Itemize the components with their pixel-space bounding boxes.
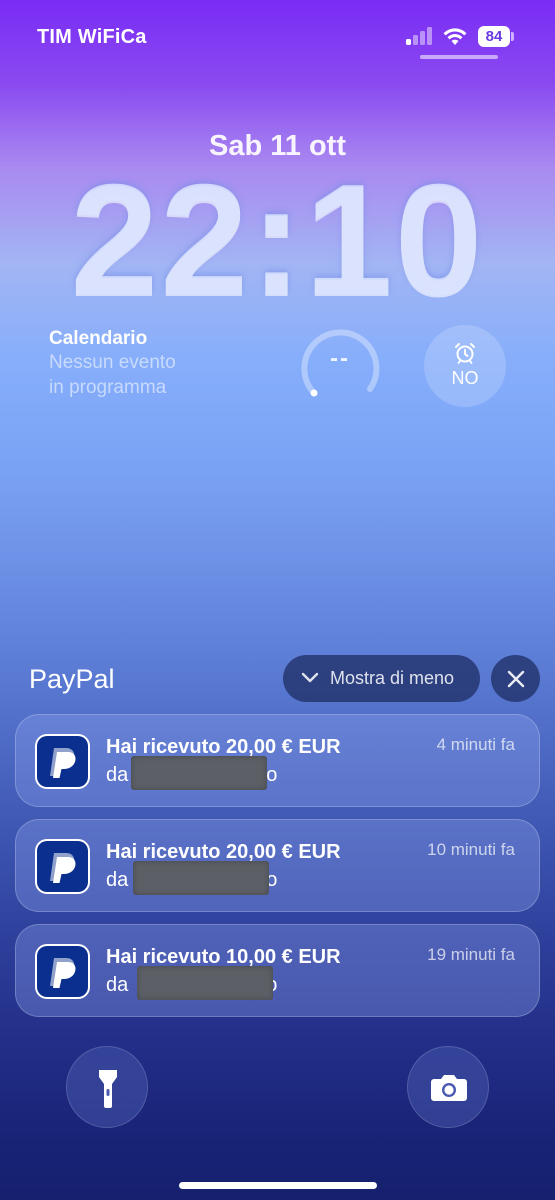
paypal-app-icon bbox=[35, 944, 90, 999]
flashlight-icon bbox=[99, 1070, 117, 1108]
calendar-widget-line2: in programma bbox=[49, 377, 167, 398]
battery-cap bbox=[511, 32, 514, 41]
home-indicator[interactable] bbox=[179, 1182, 377, 1189]
notification-sender-prefix: da bbox=[106, 869, 129, 891]
alarm-clock-icon bbox=[455, 343, 475, 364]
wifi-icon bbox=[443, 28, 467, 45]
show-less-label: Mostra di meno bbox=[330, 668, 455, 688]
notification-time: 19 minuti fa bbox=[427, 945, 515, 964]
status-bar: TIM WiFiCa 84 bbox=[0, 0, 555, 70]
lock-time[interactable]: 22:10 bbox=[0, 160, 555, 320]
calendar-widget-title: Calendario bbox=[49, 328, 148, 349]
redaction-box bbox=[131, 756, 267, 790]
signal-icon bbox=[406, 27, 434, 45]
paypal-logo-icon bbox=[50, 853, 76, 883]
status-focus-bar bbox=[420, 55, 498, 59]
notification-sender-prefix: da bbox=[106, 764, 129, 786]
chevron-down-icon bbox=[301, 672, 319, 683]
notification-card[interactable]: Hai ricevuto 10,00 € EUR dao 19 minuti f… bbox=[15, 924, 540, 1017]
notification-sender-suffix: o bbox=[266, 764, 278, 786]
show-less-button[interactable]: Mostra di meno bbox=[283, 655, 480, 702]
notification-group-header: PayPal Mostra di meno bbox=[0, 655, 555, 703]
redaction-box bbox=[137, 966, 273, 1000]
paypal-app-icon bbox=[35, 734, 90, 789]
redaction-box bbox=[133, 861, 269, 895]
calendar-widget-line1: Nessun evento bbox=[49, 352, 176, 373]
notification-card[interactable]: Hai ricevuto 20,00 € EUR da o 10 minuti f… bbox=[15, 819, 540, 912]
camera-icon bbox=[431, 1075, 467, 1101]
notification-card[interactable]: Hai ricevuto 20,00 € EUR da o 4 minuti fa bbox=[15, 714, 540, 807]
gauge-value: -- bbox=[330, 345, 350, 372]
alarm-label: NO bbox=[451, 368, 479, 388]
paypal-app-icon bbox=[35, 839, 90, 894]
flashlight-button[interactable] bbox=[66, 1046, 148, 1128]
camera-button[interactable] bbox=[407, 1046, 489, 1128]
paypal-logo-icon bbox=[50, 748, 76, 778]
alarm-widget[interactable]: NO bbox=[424, 325, 506, 407]
notification-app-name: PayPal bbox=[29, 664, 115, 694]
notification-sender-prefix: da bbox=[106, 974, 129, 996]
clear-notifications-button[interactable] bbox=[491, 655, 540, 702]
carrier-name: TIM WiFiCa bbox=[37, 26, 147, 48]
notification-time: 10 minuti fa bbox=[427, 840, 515, 859]
close-icon bbox=[507, 670, 525, 688]
battery-icon: 84 bbox=[478, 26, 510, 47]
paypal-logo-icon bbox=[50, 958, 76, 988]
calendar-widget[interactable]: Calendario Nessun evento in programma bbox=[49, 328, 176, 400]
notification-time: 4 minuti fa bbox=[436, 735, 515, 754]
